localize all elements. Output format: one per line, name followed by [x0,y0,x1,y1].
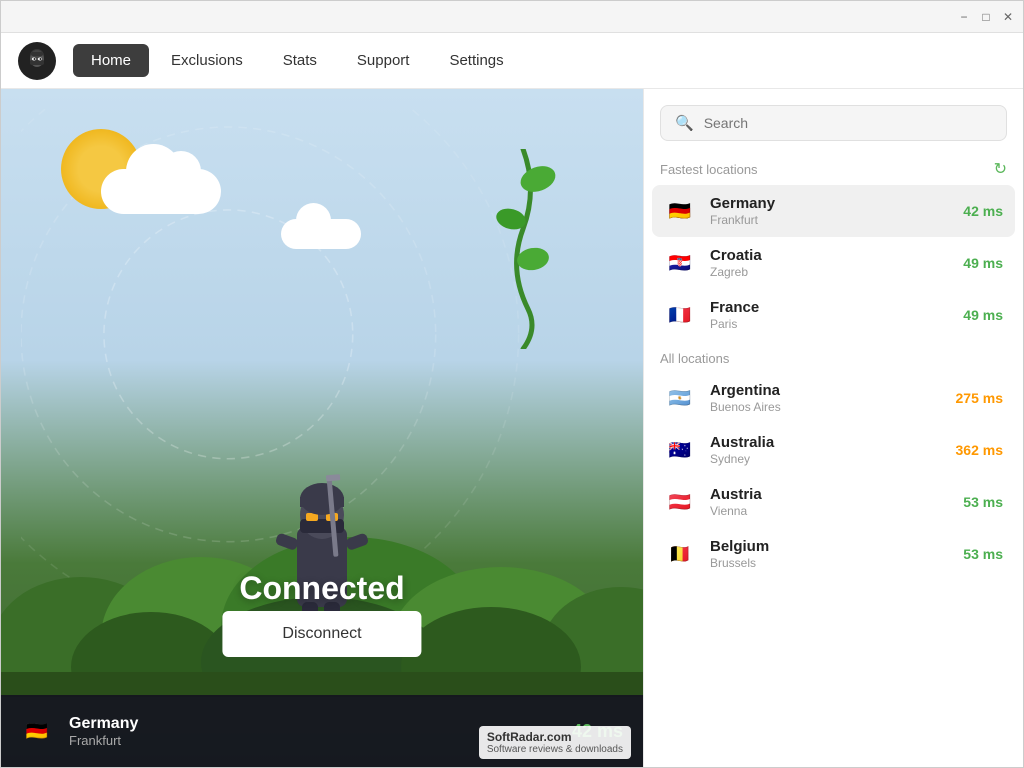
server-country-australia: Australia [710,434,942,451]
server-info-austria: Austria Vienna [710,486,949,518]
cloud-large [101,169,221,214]
server-country-germany: Germany [710,195,949,212]
status-flag: 🇩🇪 [21,715,53,747]
right-panel: 🔍 Fastest locations ↻ 🇩🇪 Germany Frankfu… [643,89,1023,767]
server-item-belgium[interactable]: 🇧🇪 Belgium Brussels 53 ms [652,528,1015,580]
server-country-croatia: Croatia [710,247,949,264]
watermark-site: SoftRadar.com [487,730,623,744]
fastest-locations-header: Fastest locations ↻ [652,149,1015,185]
server-city-argentina: Buenos Aires [710,400,942,414]
server-city-france: Paris [710,317,949,331]
nav-home[interactable]: Home [73,44,149,77]
server-info-argentina: Argentina Buenos Aires [710,382,942,414]
flag-france: 🇫🇷 [664,299,696,331]
all-locations-label: All locations [660,351,729,366]
server-info-australia: Australia Sydney [710,434,942,466]
flag-argentina: 🇦🇷 [664,382,696,414]
server-info-belgium: Belgium Brussels [710,538,949,570]
window-controls: − □ ✕ [957,10,1015,24]
flag-croatia: 🇭🇷 [664,247,696,279]
refresh-icon[interactable]: ↻ [994,159,1007,179]
server-list[interactable]: Fastest locations ↻ 🇩🇪 Germany Frankfurt… [644,149,1023,767]
nav-support[interactable]: Support [339,44,428,77]
server-ping-germany: 42 ms [963,203,1003,219]
nav-exclusions[interactable]: Exclusions [153,44,261,77]
server-country-austria: Austria [710,486,949,503]
server-ping-belgium: 53 ms [963,546,1003,562]
search-box: 🔍 [660,105,1007,141]
server-item-france[interactable]: 🇫🇷 France Paris 49 ms [652,289,1015,341]
search-icon: 🔍 [675,114,694,132]
flag-australia: 🇦🇺 [664,434,696,466]
watermark-tagline: Software reviews & downloads [487,744,623,755]
nav-bar: Home Exclusions Stats Support Settings [1,33,1023,89]
server-city-austria: Vienna [710,504,949,518]
disconnect-button[interactable]: Disconnect [222,611,421,657]
app-window: − □ ✕ Home Exclusi [0,0,1024,768]
cloud-small [281,219,361,249]
server-ping-austria: 53 ms [963,494,1003,510]
nav-stats[interactable]: Stats [265,44,335,77]
title-bar: − □ ✕ [1,1,1023,33]
server-info-croatia: Croatia Zagreb [710,247,949,279]
server-country-france: France [710,299,949,316]
search-input[interactable] [704,115,992,131]
server-country-belgium: Belgium [710,538,949,555]
server-ping-croatia: 49 ms [963,255,1003,271]
left-panel: Connected Disconnect 🇩🇪 Germany Frankfur… [1,89,643,767]
server-item-australia[interactable]: 🇦🇺 Australia Sydney 362 ms [652,424,1015,476]
server-city-croatia: Zagreb [710,265,949,279]
vine-illustration [483,149,563,354]
server-ping-australia: 362 ms [956,442,1003,458]
nav-settings[interactable]: Settings [431,44,521,77]
connected-label: Connected [239,570,404,607]
search-container: 🔍 [644,89,1023,149]
all-locations-header: All locations [652,341,1015,372]
server-item-croatia[interactable]: 🇭🇷 Croatia Zagreb 49 ms [652,237,1015,289]
maximize-button[interactable]: □ [979,10,993,24]
server-item-argentina[interactable]: 🇦🇷 Argentina Buenos Aires 275 ms [652,372,1015,424]
main-content: Connected Disconnect 🇩🇪 Germany Frankfur… [1,89,1023,767]
fastest-locations-label: Fastest locations [660,162,758,177]
flag-austria: 🇦🇹 [664,486,696,518]
close-button[interactable]: ✕ [1001,10,1015,24]
minimize-button[interactable]: − [957,10,971,24]
server-city-australia: Sydney [710,452,942,466]
server-ping-argentina: 275 ms [956,390,1003,406]
server-info-france: France Paris [710,299,949,331]
app-logo [17,41,57,81]
watermark: SoftRadar.com Software reviews & downloa… [479,726,631,759]
server-country-argentina: Argentina [710,382,942,399]
server-ping-france: 49 ms [963,307,1003,323]
server-item-germany[interactable]: 🇩🇪 Germany Frankfurt 42 ms [652,185,1015,237]
server-city-germany: Frankfurt [710,213,949,227]
flag-germany: 🇩🇪 [664,195,696,227]
server-item-austria[interactable]: 🇦🇹 Austria Vienna 53 ms [652,476,1015,528]
server-info-germany: Germany Frankfurt [710,195,949,227]
flag-belgium: 🇧🇪 [664,538,696,570]
server-city-belgium: Brussels [710,556,949,570]
